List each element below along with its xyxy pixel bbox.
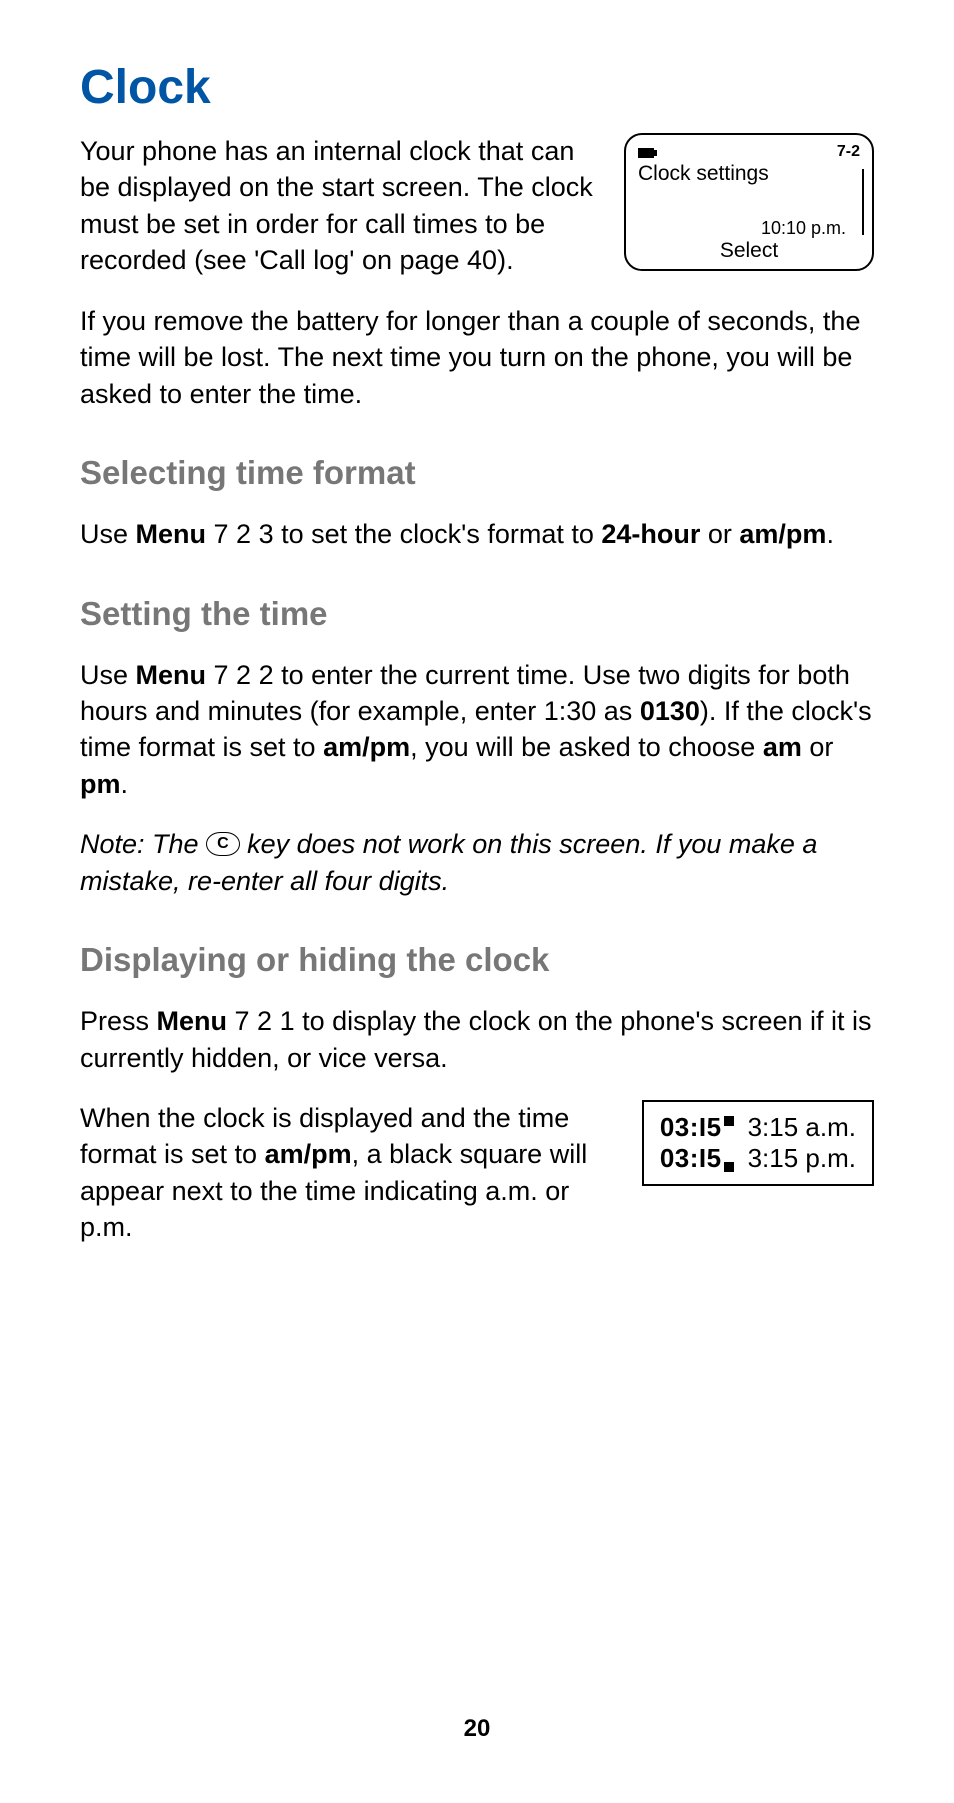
note-paragraph: Note: The C key does not work on this sc…: [80, 826, 874, 899]
menu-word: Menu: [136, 519, 207, 549]
display-hide-paragraph-1: Press Menu 7 2 1 to display the clock on…: [80, 1003, 874, 1076]
intro-paragraph-1: Your phone has an internal clock that ca…: [80, 133, 600, 279]
c-key-icon: C: [206, 832, 240, 856]
intro-paragraph-2: If you remove the battery for longer tha…: [80, 303, 874, 412]
text: Use: [80, 660, 136, 690]
scroll-indicator: [862, 169, 864, 235]
pm-square-icon: [724, 1162, 734, 1172]
digits: 03:I5: [660, 1143, 722, 1173]
ampm-word: am/pm: [265, 1139, 352, 1169]
heading-display-hide: Displaying or hiding the clock: [80, 941, 874, 979]
phone-screen-illustration: Clock settings 7-2 10:10 p.m. Select: [624, 133, 874, 271]
page-title: Clock: [80, 60, 874, 115]
label: 3:15 p.m.: [748, 1143, 856, 1174]
heading-setting-time: Setting the time: [80, 595, 874, 633]
screen-select-label: Select: [638, 239, 860, 263]
text: .: [826, 519, 834, 549]
am-square-icon: [724, 1116, 734, 1126]
menu-word: Menu: [136, 660, 207, 690]
text: Use: [80, 519, 136, 549]
display-hide-paragraph-2: When the clock is displayed and the time…: [80, 1100, 618, 1246]
menu-word: Menu: [157, 1006, 228, 1036]
screen-title: Clock settings: [638, 162, 769, 186]
ampm-word: am/pm: [323, 732, 410, 762]
ampm-indicator-box: 03:I5 3:15 a.m. 03:I5 3:15 p.m.: [642, 1100, 874, 1186]
text: Press: [80, 1006, 157, 1036]
selecting-format-paragraph: Use Menu 7 2 3 to set the clock's format…: [80, 516, 874, 552]
screen-menu-number: 7-2: [837, 143, 860, 161]
screen-time: 10:10 p.m.: [761, 218, 846, 239]
setting-time-paragraph: Use Menu 7 2 2 to enter the current time…: [80, 657, 874, 803]
text: Note: The: [80, 829, 206, 859]
battery-icon: [638, 148, 654, 158]
ampm-row-am: 03:I5 3:15 a.m.: [660, 1112, 856, 1143]
text: or: [802, 732, 834, 762]
0130-word: 0130: [640, 696, 700, 726]
am-word: am: [763, 732, 802, 762]
text: .: [121, 769, 129, 799]
heading-selecting-format: Selecting time format: [80, 454, 874, 492]
text: 7 2 3 to set the clock's format to: [206, 519, 601, 549]
ampm-row-pm: 03:I5 3:15 p.m.: [660, 1143, 856, 1174]
text: or: [700, 519, 739, 549]
label: 3:15 a.m.: [748, 1112, 856, 1143]
text: , you will be asked to choose: [410, 732, 763, 762]
24hour-word: 24-hour: [601, 519, 700, 549]
ampm-word: am/pm: [739, 519, 826, 549]
page-number: 20: [0, 1715, 954, 1743]
digits: 03:I5: [660, 1112, 722, 1142]
pm-word: pm: [80, 769, 121, 799]
